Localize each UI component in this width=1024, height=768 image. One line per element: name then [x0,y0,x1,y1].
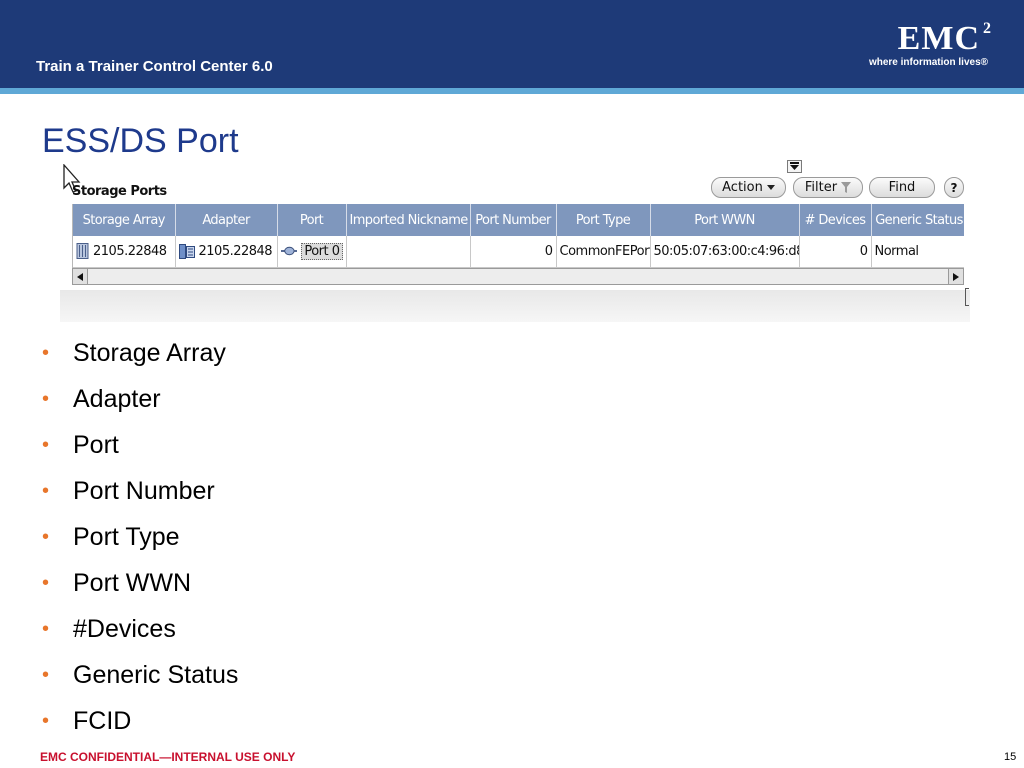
funnel-icon [841,182,852,193]
list-item: • #Devices [42,606,238,652]
adapter-value: 2105.22848 [198,243,273,259]
bullet-text: FCID [73,706,132,735]
collapse-toggle-icon[interactable] [787,160,802,173]
column-header-port-type[interactable]: Port Type [556,204,651,236]
cell-generic-status[interactable]: Normal [871,236,964,268]
bullet-text: Port Number [73,476,215,505]
cell-port[interactable]: Port 0 [277,236,347,268]
list-item: • Port [42,422,238,468]
bullet-dot-icon: • [42,709,50,732]
panel-fade [60,290,970,322]
scroll-left-arrow-icon[interactable] [73,269,88,284]
column-header-adapter[interactable]: Adapter [175,204,278,236]
bullet-dot-icon: • [42,571,50,594]
storage-ports-heading: Storage Ports [72,184,167,199]
horizontal-scrollbar[interactable] [72,268,964,285]
port-icon [280,247,298,256]
bullet-dot-icon: • [42,525,50,548]
column-header-devices[interactable]: # Devices [799,204,872,236]
cell-port-wwn[interactable]: 50:05:07:63:00:c4:96:d8 [650,236,800,268]
column-header-storage-array[interactable]: Storage Array [73,204,176,236]
filter-button[interactable]: Filter [793,177,863,198]
logo-superscript: 2 [983,20,991,37]
bullet-dot-icon: • [42,341,50,364]
bullet-dot-icon: • [42,387,50,410]
bullet-text: Port WWN [73,568,192,597]
filter-button-label: Filter [804,180,838,195]
cell-adapter[interactable]: 2105.22848 [175,236,278,268]
bullet-dot-icon: • [42,663,50,686]
chevron-down-icon [766,184,775,190]
header-rule [0,88,1024,94]
column-header-port-wwn[interactable]: Port WWN [650,204,800,236]
list-item: • Port WWN [42,560,238,606]
column-header-generic-status[interactable]: Generic Status [871,204,964,236]
table-row[interactable]: 2105.22848 2105.22848 Port 0 0 CommonFEP… [73,236,964,268]
emc-logo: EMC 2 where information lives® [862,20,992,72]
column-header-imported-nickname[interactable]: Imported Nickname [346,204,471,236]
list-item: • Generic Status [42,652,238,698]
find-button-label: Find [888,180,916,195]
bullet-dot-icon: • [42,617,50,640]
cell-storage-array[interactable]: 2105.22848 [73,236,176,268]
slide-header-band: Train a Trainer Control Center 6.0 EMC 2… [0,0,1024,88]
header-title: Train a Trainer Control Center 6.0 [36,58,273,75]
cell-port-number[interactable]: 0 [470,236,557,268]
cell-imported-nickname[interactable] [346,236,471,268]
list-item: • Adapter [42,376,238,422]
list-item: • Storage Array [42,330,238,376]
scroll-right-arrow-icon[interactable] [948,269,963,284]
port-value: Port 0 [301,242,343,260]
logo-tagline: where information lives® [868,57,988,68]
action-button[interactable]: Action [711,177,786,198]
bullet-dot-icon: • [42,433,50,456]
panel-edge-bracket [965,288,969,306]
list-item: • FCID [42,698,238,744]
list-item: • Port Number [42,468,238,514]
confidential-notice: EMC CONFIDENTIAL—INTERNAL USE ONLY [40,750,296,764]
cell-devices[interactable]: 0 [799,236,872,268]
bullet-dot-icon: • [42,479,50,502]
storage-array-value: 2105.22848 [93,243,167,259]
storage-ports-screenshot: Storage Ports Action Filter Find ? Stora… [60,160,970,322]
storage-array-icon [76,243,89,260]
bullet-text: Port [73,430,119,459]
column-header-port-number[interactable]: Port Number [470,204,557,236]
table-header-row: Storage Array Adapter Port Imported Nick… [73,204,964,236]
column-header-port[interactable]: Port [277,204,347,236]
cell-port-type[interactable]: CommonFEPort [556,236,651,268]
bullet-text: #Devices [73,614,176,643]
bullet-text: Generic Status [73,660,239,689]
action-button-label: Action [722,180,763,195]
slide-title: ESS/DS Port [42,122,239,160]
help-button[interactable]: ? [944,177,964,198]
field-bullet-list: • Storage Array • Adapter • Port • Port Numb… [42,330,238,744]
bullet-text: Adapter [73,384,161,413]
list-item: • Port Type [42,514,238,560]
adapter-icon [178,243,195,259]
bullet-text: Storage Array [73,338,226,367]
page-number: 15 [1004,751,1017,763]
bullet-text: Port Type [73,522,180,551]
logo-wordmark: EMC [897,20,980,57]
storage-ports-table: Storage Array Adapter Port Imported Nick… [72,204,964,268]
find-button[interactable]: Find [869,177,935,198]
